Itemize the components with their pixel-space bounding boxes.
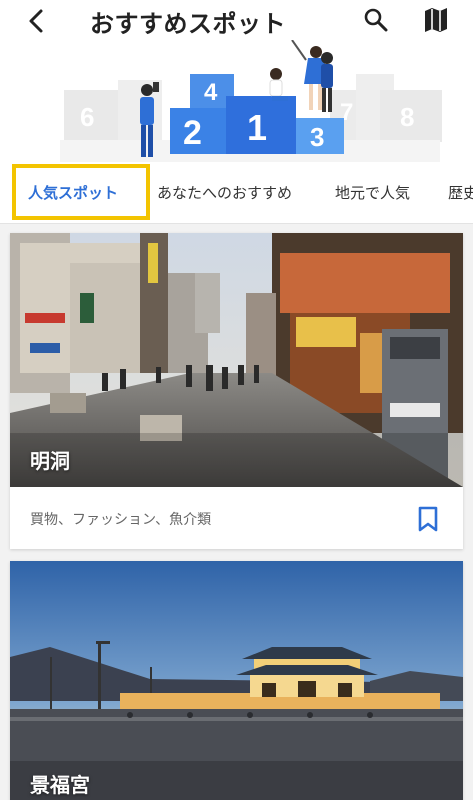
spot-name: 景福宮 [30,773,90,797]
tab-recommended-for-you[interactable]: あなたへのおすすめ [157,182,292,203]
page-title: おすすめスポット [90,10,286,38]
spot-name: 明洞 [30,449,70,473]
rank-number-6: 6 [80,102,94,132]
tab-popular-spots[interactable]: 人気スポット [28,182,118,203]
ranking-podium-illustration: 6 7 8 4 2 1 3 [60,40,442,162]
spot-photo-myeongdong [10,233,463,487]
spot-photo-gyeongbokgung [10,561,463,800]
back-arrow-icon[interactable] [22,6,52,36]
app-header: おすすめスポット [0,0,473,40]
spot-tags: 買物、ファッション、魚介類 [30,512,212,528]
search-icon[interactable] [362,6,390,34]
tab-locally-popular[interactable]: 地元で人気 [335,182,410,203]
seated-person-figure [269,68,288,101]
rank-number-3: 3 [310,122,324,152]
rank-number-4: 4 [204,79,218,106]
category-tabs: 人気スポット あなたへのおすすめ 地元で人気 歴史 [0,162,473,224]
selfie-couple-figure [291,40,333,112]
spot-card-myeongdong[interactable]: 明洞 買物、ファッション、魚介類 [10,233,463,549]
bookmark-icon[interactable] [415,505,441,533]
map-icon[interactable] [422,6,450,34]
spot-card-gyeongbokgung[interactable]: 景福宮 [10,561,463,800]
screen: おすすめスポット 6 7 8 4 2 1 3 人気スポット あなたへのおすすめ … [0,0,473,800]
rank-number-1: 1 [247,107,267,148]
ranking-banner: 6 7 8 4 2 1 3 [0,40,473,162]
rank-number-2: 2 [183,114,202,152]
rank-number-8: 8 [400,102,414,132]
tab-history[interactable]: 歴史 [448,182,473,203]
